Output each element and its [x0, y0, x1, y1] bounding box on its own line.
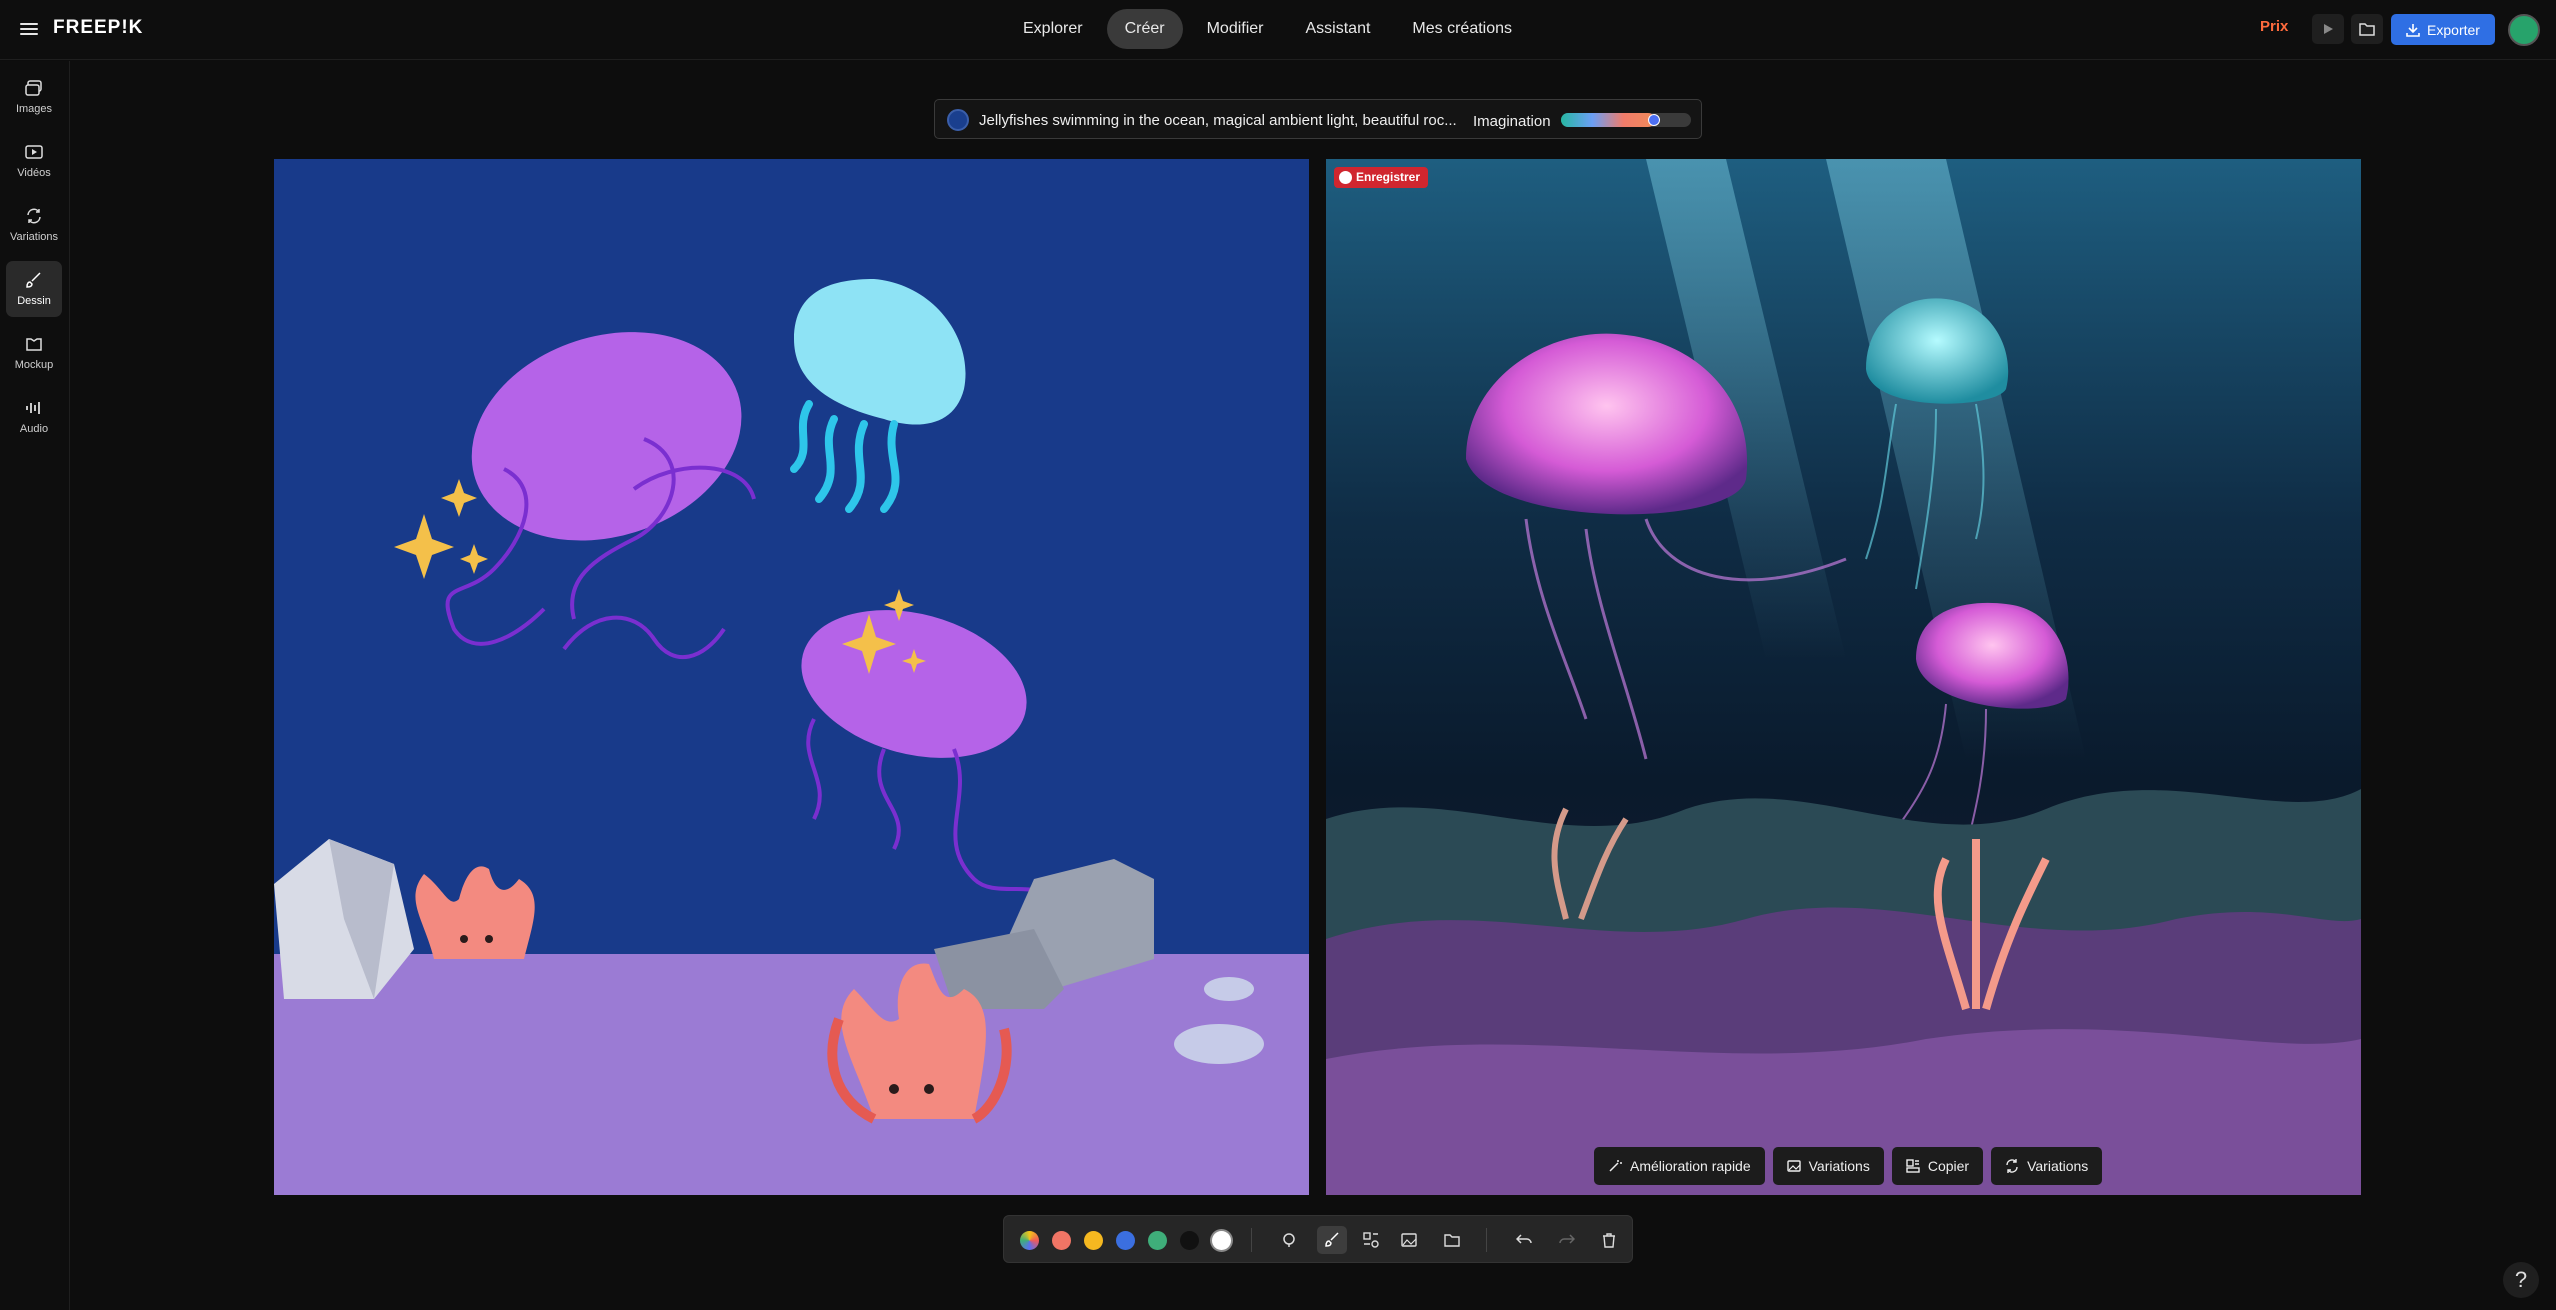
color-wheel[interactable] [1020, 1231, 1039, 1250]
download-icon [2406, 23, 2420, 37]
prompt-color-swatch[interactable] [947, 109, 969, 131]
image-actions: Amélioration rapide Variations Copier Va… [1594, 1147, 2103, 1185]
sidebar-item-audio[interactable]: Audio [6, 389, 62, 445]
video-icon [25, 145, 43, 159]
avatar[interactable] [2508, 14, 2540, 46]
tab-modifier[interactable]: Modifier [1189, 9, 1282, 49]
folder-tool[interactable] [1437, 1226, 1467, 1254]
sidebar-item-videos[interactable]: Vidéos [6, 133, 62, 189]
divider [1251, 1228, 1252, 1252]
tab-creer[interactable]: Créer [1106, 9, 1183, 49]
play-icon [2324, 24, 2333, 34]
sidebar-item-label: Audio [19, 423, 49, 435]
color-coral[interactable] [1052, 1231, 1071, 1250]
sidebar: Images Vidéos Variations Dessin Mockup A… [0, 61, 70, 1310]
tab-assistant[interactable]: Assistant [1288, 9, 1389, 49]
prompt-input[interactable]: Jellyfishes swimming in the ocean, magic… [979, 112, 1461, 129]
logo[interactable]: FREEP!K [53, 17, 143, 39]
sidebar-item-label: Variations [9, 231, 59, 243]
redo-button[interactable] [1552, 1226, 1582, 1254]
drawing-toolbar [1003, 1215, 1633, 1263]
variations-refresh-label: Variations [2027, 1158, 2089, 1174]
imagination-label: Imagination [1473, 113, 1551, 130]
variations-refresh-button[interactable]: Variations [1991, 1147, 2103, 1185]
copy-button[interactable]: Copier [1891, 1147, 1984, 1185]
color-black[interactable] [1180, 1231, 1199, 1250]
pen-icon [1283, 1233, 1295, 1247]
folder-icon [1444, 1234, 1460, 1247]
divider [1486, 1228, 1487, 1252]
color-green[interactable] [1148, 1231, 1167, 1250]
export-button[interactable]: Exporter [2391, 14, 2495, 45]
folder-icon [2359, 23, 2375, 36]
sidebar-item-images[interactable]: Images [6, 69, 62, 125]
image-tool[interactable] [1394, 1226, 1424, 1254]
quick-enhance-button[interactable]: Amélioration rapide [1594, 1147, 1765, 1185]
drawing-canvas[interactable] [274, 159, 1309, 1195]
sketch-drawing [274, 279, 1309, 1195]
audio-icon [26, 402, 40, 414]
magic-wand-icon [1609, 1160, 1622, 1172]
main-nav: Explorer Créer Modifier Assistant Mes cr… [1005, 9, 1530, 49]
shapes-icon [1363, 1232, 1379, 1248]
shapes-tool[interactable] [1356, 1226, 1386, 1254]
imagination-slider-handle[interactable] [1647, 114, 1660, 126]
delete-button[interactable] [1594, 1226, 1624, 1254]
variations-image-label: Variations [1808, 1158, 1870, 1174]
export-label: Exporter [2427, 21, 2480, 38]
trash-icon [1603, 1233, 1615, 1248]
save-badge[interactable]: Enregistrer [1334, 167, 1429, 188]
pricing-link[interactable]: Prix [2260, 18, 2288, 35]
top-bar: FREEP!K Explorer Créer Modifier Assistan… [0, 0, 2556, 60]
tab-mes-creations[interactable]: Mes créations [1394, 9, 1530, 49]
variations-image-button[interactable]: Variations [1772, 1147, 1884, 1185]
prompt-bar: Jellyfishes swimming in the ocean, magic… [934, 99, 1702, 139]
generated-image[interactable]: Enregistrer Amélioration rapide Variatio… [1326, 159, 2361, 1195]
undo-button[interactable] [1509, 1226, 1539, 1254]
sidebar-item-label: Dessin [17, 295, 51, 307]
undo-icon [1516, 1234, 1532, 1244]
copy-icon [1906, 1159, 1920, 1173]
sidebar-item-variations[interactable]: Variations [6, 197, 62, 253]
tab-explorer[interactable]: Explorer [1005, 9, 1101, 49]
quick-enhance-label: Amélioration rapide [1630, 1158, 1751, 1174]
sidebar-item-label: Images [15, 103, 53, 115]
sidebar-item-label: Mockup [14, 359, 54, 371]
imagination-slider[interactable] [1561, 113, 1691, 127]
brush-tool[interactable] [1317, 1226, 1347, 1254]
pen-tool[interactable] [1274, 1226, 1304, 1254]
redo-icon [1559, 1234, 1575, 1244]
image-icon [1401, 1233, 1417, 1247]
variations-icon [27, 208, 41, 224]
folder-button[interactable] [2351, 14, 2383, 44]
brush-icon [26, 272, 41, 288]
mockup-icon [26, 338, 42, 351]
sidebar-item-dessin[interactable]: Dessin [6, 261, 62, 317]
imagination-slider-fill [1561, 113, 1655, 127]
color-blue[interactable] [1116, 1231, 1135, 1250]
brush-icon [1325, 1232, 1339, 1247]
images-icon [25, 80, 42, 96]
menu-icon[interactable] [20, 20, 38, 38]
copy-label: Copier [1927, 1158, 1970, 1174]
color-yellow[interactable] [1084, 1231, 1103, 1250]
sidebar-item-label: Vidéos [17, 167, 51, 179]
sidebar-item-mockup[interactable]: Mockup [6, 325, 62, 381]
play-button[interactable] [2312, 14, 2344, 44]
help-button[interactable]: ? [2503, 1262, 2539, 1298]
refresh-icon [2006, 1159, 2018, 1173]
color-white[interactable] [1212, 1231, 1231, 1250]
generated-scene [1326, 159, 2361, 1195]
image-icon [1786, 1160, 1801, 1172]
